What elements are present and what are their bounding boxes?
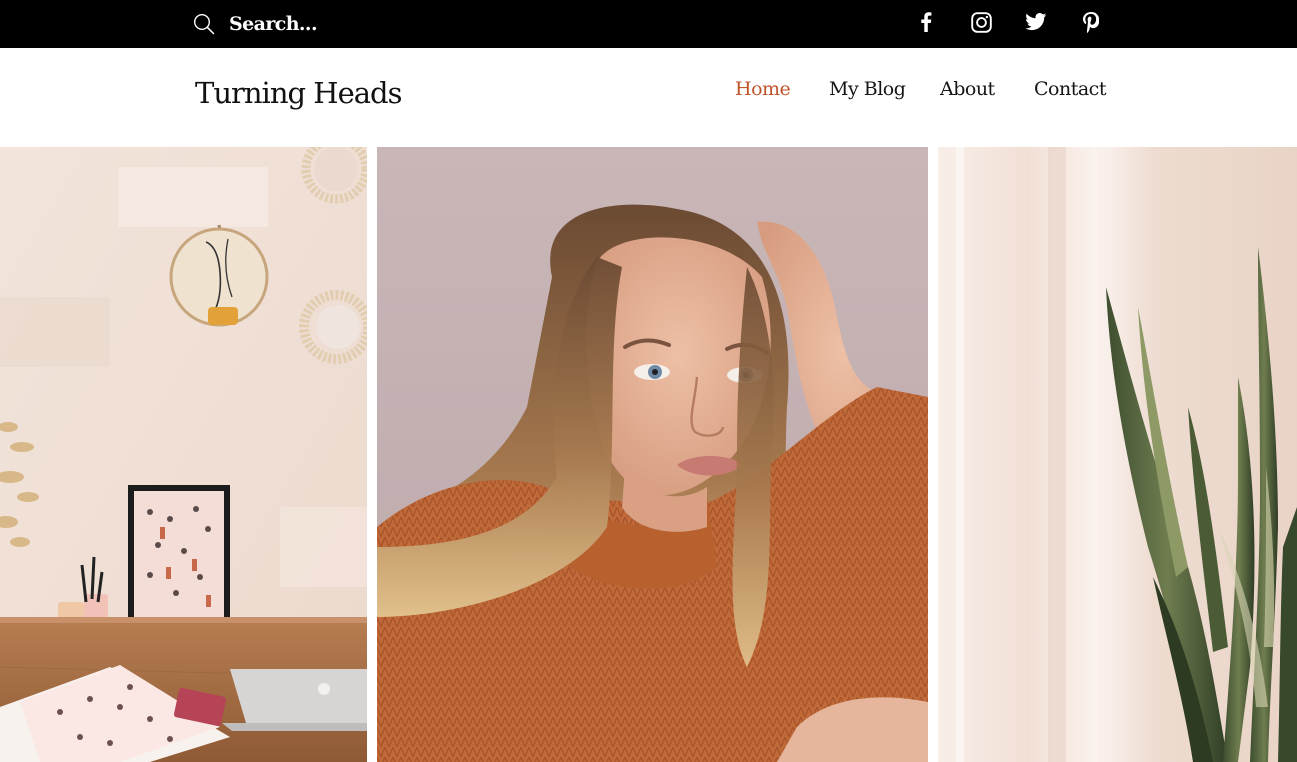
- facebook-icon[interactable]: [914, 10, 938, 34]
- pinterest-icon[interactable]: [1079, 10, 1103, 34]
- twitter-icon[interactable]: [1024, 10, 1048, 34]
- desk-workspace-image: [0, 147, 367, 762]
- site-title[interactable]: Turning Heads: [195, 76, 402, 110]
- search-icon[interactable]: [193, 13, 215, 35]
- nav-item-contact[interactable]: Contact: [1034, 78, 1106, 100]
- site-header: Turning Heads Home My Blog About Contact: [0, 48, 1297, 147]
- woman-portrait-image: [377, 147, 928, 762]
- instagram-icon[interactable]: [969, 10, 993, 34]
- top-bar: [0, 0, 1297, 48]
- nav-item-about[interactable]: About: [940, 78, 995, 100]
- nav-item-my-blog[interactable]: My Blog: [829, 78, 906, 100]
- search-input[interactable]: [229, 13, 429, 35]
- search-bar[interactable]: [193, 10, 429, 38]
- plant-curtain-image: [938, 147, 1297, 762]
- nav-item-home[interactable]: Home: [735, 78, 791, 100]
